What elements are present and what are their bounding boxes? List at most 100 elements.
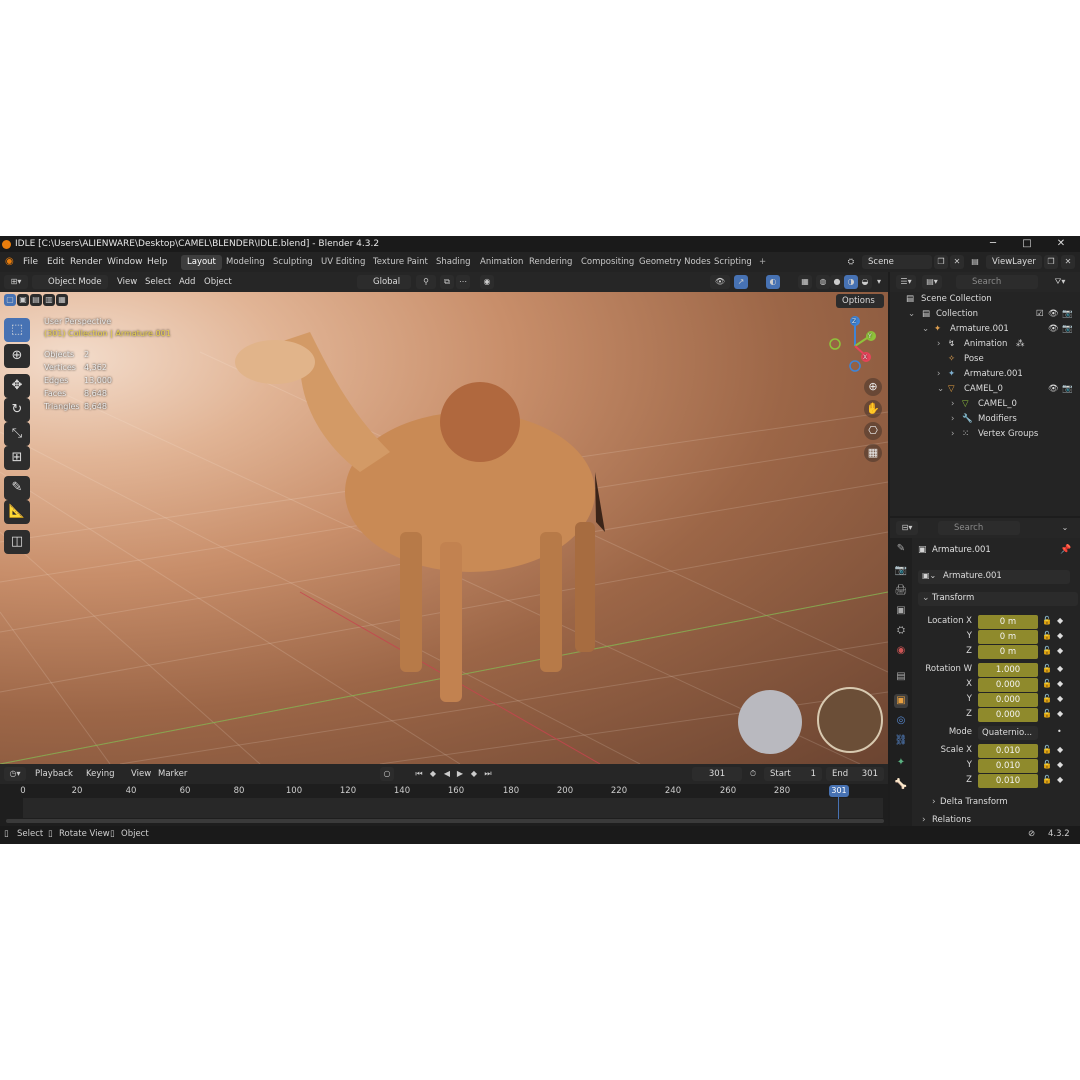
constraints-tab-icon[interactable]: ⛓	[894, 734, 908, 748]
keyframe-icon[interactable]: ◆	[1057, 616, 1063, 625]
keyframe-icon[interactable]: ◆	[1057, 709, 1063, 718]
lock-icon[interactable]: 🔓	[1042, 616, 1052, 625]
add-cube-tool[interactable]: ◫	[4, 530, 30, 554]
playhead-indicator[interactable]: 301	[829, 785, 849, 797]
outliner-item-pose[interactable]: ✧ Pose	[890, 352, 1080, 367]
menu-object[interactable]: Object	[204, 275, 232, 289]
ortho-grid-icon[interactable]: ▦	[864, 444, 882, 462]
tab-sculpting[interactable]: Sculpting	[267, 255, 319, 270]
tab-shading[interactable]: Shading	[430, 255, 477, 270]
select-extend-icon[interactable]: ▣	[17, 294, 29, 306]
camera-icon[interactable]: 📷	[1062, 322, 1073, 337]
play-reverse-icon[interactable]: ◀	[440, 767, 454, 781]
jump-end-icon[interactable]: ⏭	[481, 767, 495, 781]
menu-select[interactable]: Select	[145, 275, 171, 289]
snap-icon[interactable]: ⧉	[440, 275, 454, 289]
menu-view[interactable]: View	[117, 275, 137, 289]
location-z-field[interactable]: 0 m	[978, 645, 1038, 659]
shading-options-icon[interactable]: ▾	[872, 275, 886, 289]
keyframe-icon[interactable]: ◆	[1057, 631, 1063, 640]
close-button[interactable]: ✕	[1044, 236, 1078, 252]
cursor-tool[interactable]: ⊕	[4, 344, 30, 368]
outliner-editor-icon[interactable]: ☰▾	[896, 275, 916, 289]
keyframe-dot-icon[interactable]: •	[1057, 727, 1062, 736]
select-new-icon[interactable]: ▢	[4, 294, 16, 306]
keyframe-icon[interactable]: ◆	[1057, 646, 1063, 655]
outliner-item-camel-mesh[interactable]: › ▽ CAMEL_0	[890, 397, 1080, 412]
lock-icon[interactable]: 🔓	[1042, 745, 1052, 754]
auto-key-icon[interactable]: ○	[380, 767, 394, 781]
keyframe-icon[interactable]: ◆	[1057, 745, 1063, 754]
lock-icon[interactable]: 🔓	[1042, 646, 1052, 655]
annotate-tool[interactable]: ✎	[4, 476, 30, 500]
tab-layout[interactable]: Layout	[181, 255, 222, 270]
outliner-item-camel[interactable]: ⌄ ▽ CAMEL_0 👁 📷	[890, 382, 1080, 397]
menu-file[interactable]: File	[23, 252, 38, 272]
end-frame-field[interactable]: End 301	[826, 767, 884, 781]
eye-icon[interactable]: 👁	[1048, 322, 1059, 337]
delete-scene-icon[interactable]: ✕	[950, 255, 964, 269]
menu-help[interactable]: Help	[147, 252, 168, 272]
orientation-selector[interactable]: Global	[357, 275, 411, 289]
view-layer-selector[interactable]: ViewLayer	[986, 255, 1042, 269]
lock-icon[interactable]: 🔓	[1042, 775, 1052, 784]
properties-options-icon[interactable]: ⌄	[1058, 521, 1072, 535]
select-box-tool[interactable]: ⬚	[4, 318, 30, 342]
physics-tab-icon[interactable]: ◎	[894, 714, 908, 728]
outliner-search-input[interactable]: Search	[956, 275, 1038, 289]
tool-tab-icon[interactable]: ✎	[894, 542, 908, 556]
timeline-editor-icon[interactable]: ◷▾	[4, 767, 26, 781]
eye-icon[interactable]: 👁	[1048, 307, 1059, 322]
delta-transform-header[interactable]: › Delta Transform	[928, 796, 1068, 810]
options-dropdown[interactable]: Options	[836, 294, 884, 308]
rotation-y-field[interactable]: 0.000	[978, 693, 1038, 707]
filter-icon[interactable]: ⛛▾	[1048, 275, 1072, 289]
menu-marker[interactable]: Marker	[158, 767, 187, 781]
scale-tool[interactable]: ⤡	[4, 422, 30, 446]
zoom-icon[interactable]: ⊕	[864, 378, 882, 396]
menu-add[interactable]: Add	[179, 275, 195, 289]
keyframe-icon[interactable]: ◆	[1057, 679, 1063, 688]
pan-hand-icon[interactable]: ✋	[864, 400, 882, 418]
checkbox-icon[interactable]: ☑	[1036, 307, 1044, 322]
eye-icon[interactable]: 👁	[1048, 382, 1059, 397]
visibility-icon[interactable]: 👁	[710, 275, 730, 289]
camera-view-icon[interactable]: ⎔	[864, 422, 882, 440]
wireframe-shading-icon[interactable]: ◍	[816, 275, 830, 289]
lock-icon[interactable]: 🔓	[1042, 679, 1052, 688]
rotation-z-field[interactable]: 0.000	[978, 708, 1038, 722]
prev-keyframe-icon[interactable]: ◆	[426, 767, 440, 781]
material-shading-icon[interactable]: ◑	[844, 275, 858, 289]
armature-data-tab-icon[interactable]: ✦	[894, 756, 908, 770]
lock-icon[interactable]: 🔓	[1042, 694, 1052, 703]
select-invert-icon[interactable]: ▥	[43, 294, 55, 306]
jump-start-icon[interactable]: ⏮	[412, 767, 426, 781]
select-intersect-icon[interactable]: ▦	[56, 294, 68, 306]
add-workspace-button[interactable]: +	[753, 255, 772, 270]
outliner-item-scene-collection[interactable]: ▤ Scene Collection	[890, 292, 1080, 307]
play-icon[interactable]: ▶	[453, 767, 467, 781]
location-x-field[interactable]: 0 m	[978, 615, 1038, 629]
start-frame-field[interactable]: Start 1	[764, 767, 822, 781]
scale-x-field[interactable]: 0.010	[978, 744, 1038, 758]
keyframe-icon[interactable]: ◆	[1057, 694, 1063, 703]
display-mode-icon[interactable]: ▤▾	[922, 275, 942, 289]
view-layer-tab-icon[interactable]: ▣	[894, 604, 908, 618]
object-data-field[interactable]: ▣⌄ Armature.001	[918, 570, 1070, 584]
lock-icon[interactable]: 🔓	[1042, 631, 1052, 640]
tab-geometry-nodes[interactable]: Geometry Nodes	[633, 255, 717, 270]
location-y-field[interactable]: 0 m	[978, 630, 1038, 644]
camera-icon[interactable]: 📷	[1062, 382, 1073, 397]
proportional-edit-icon[interactable]: ◉	[480, 275, 494, 289]
move-tool[interactable]: ✥	[4, 374, 30, 398]
rotation-mode-dropdown[interactable]: Quaternio...	[978, 726, 1038, 740]
measure-tool[interactable]: 📐	[4, 500, 30, 524]
tab-texture-paint[interactable]: Texture Paint	[367, 255, 434, 270]
rotation-w-field[interactable]: 1.000	[978, 663, 1038, 677]
tab-scripting[interactable]: Scripting	[708, 255, 758, 270]
object-tab-icon[interactable]: ▣	[894, 694, 908, 708]
gizmo-toggle-icon[interactable]: ↗	[734, 275, 748, 289]
tab-uv-editing[interactable]: UV Editing	[315, 255, 371, 270]
object-name[interactable]: Armature.001	[932, 545, 991, 555]
transform-panel-header[interactable]: ⌄ Transform	[918, 592, 1078, 606]
